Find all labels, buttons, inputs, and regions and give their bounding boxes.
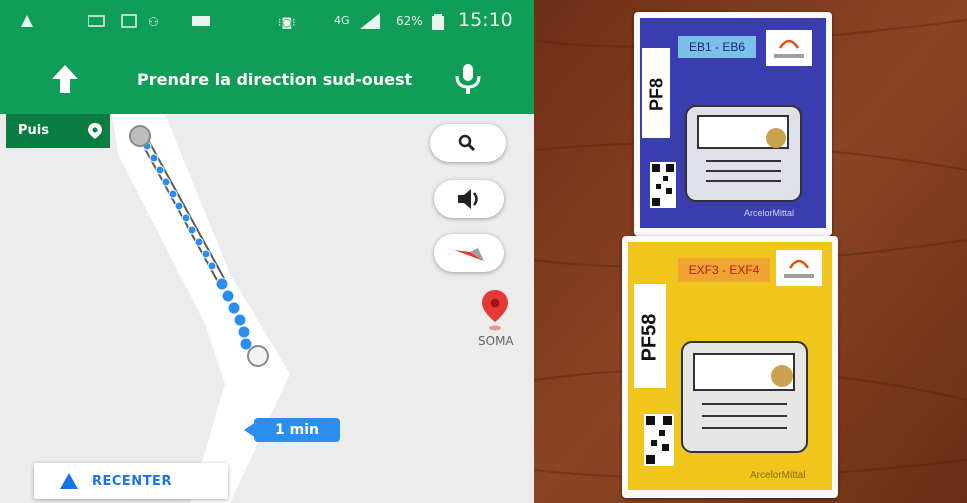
signal-strength-icon bbox=[360, 13, 380, 29]
microphone-icon[interactable] bbox=[454, 64, 482, 96]
maneuver-instruction: Prendre la direction sud-ouest bbox=[137, 70, 413, 89]
next-step-label: Puis bbox=[18, 123, 49, 138]
badge-card-bottom-code: PF58 bbox=[638, 313, 661, 362]
network-type: 4G bbox=[334, 14, 350, 27]
map-route bbox=[112, 114, 290, 503]
recenter-label: RECENTER bbox=[92, 474, 172, 489]
badge-card-bottom: PF58 EXF3 - EXF4 ArcelorMittal bbox=[622, 236, 838, 498]
badge-card-top-zone: EB1 - EB6 bbox=[688, 40, 746, 54]
brand-logo-icon bbox=[784, 259, 814, 278]
speaker-icon bbox=[458, 189, 478, 209]
badge-card-bottom-zone: EXF3 - EXF4 bbox=[688, 263, 760, 277]
svg-text:⁝◙⁝: ⁝◙⁝ bbox=[278, 16, 296, 29]
qr-code-icon bbox=[650, 162, 676, 208]
poi-label[interactable]: SOMA bbox=[478, 334, 514, 348]
badge-card-bottom-zone-box: EXF3 - EXF4 bbox=[678, 258, 770, 282]
navigation-arrow-icon bbox=[60, 473, 78, 489]
notification-icons: ⚇ bbox=[88, 14, 210, 29]
next-step-chip[interactable]: Puis bbox=[6, 114, 110, 148]
badge-card-bottom-brand: ArcelorMittal bbox=[750, 470, 806, 481]
badge-card-bottom-code-box: PF58 bbox=[634, 284, 666, 388]
compass-button[interactable] bbox=[434, 234, 504, 272]
vibrate-icon: ⁝◙⁝ bbox=[278, 16, 296, 29]
eta-badge: 1 min bbox=[254, 418, 340, 442]
destination-pin-icon bbox=[88, 123, 102, 139]
clock: 15:10 bbox=[458, 9, 513, 31]
badge-card-top-logo-box bbox=[766, 30, 812, 66]
badge-card-top-zone-box: EB1 - EB6 bbox=[678, 36, 756, 58]
navigation-header: Prendre la direction sud-ouest bbox=[0, 44, 534, 114]
sound-button[interactable] bbox=[434, 180, 504, 218]
badge-card-top-code-box: PF8 bbox=[642, 48, 670, 138]
badge-card-top: PF8 EB1 - EB6 ArcelorMittal bbox=[634, 12, 832, 236]
navigation-screen: ⚇ ⁝◙⁝ 4G 62% 15:10 Prendre la direction … bbox=[0, 0, 534, 503]
brand-logo-icon bbox=[774, 39, 804, 58]
battery-percent: 62% bbox=[396, 14, 423, 28]
recenter-button[interactable]: RECENTER bbox=[34, 463, 228, 499]
location-pin-icon[interactable] bbox=[482, 290, 508, 332]
signal-triangle-icon bbox=[21, 15, 33, 27]
qr-code-icon bbox=[644, 414, 674, 466]
status-bar: ⚇ ⁝◙⁝ 4G 62% 15:10 bbox=[0, 0, 534, 44]
search-button[interactable] bbox=[430, 124, 506, 162]
badge-card-top-code: PF8 bbox=[646, 78, 667, 112]
arrow-up-icon bbox=[52, 65, 78, 93]
battery-icon bbox=[432, 14, 444, 30]
badge-card-top-brand: ArcelorMittal bbox=[744, 208, 795, 218]
truck-illustration bbox=[681, 341, 808, 453]
svg-text:⚇: ⚇ bbox=[148, 15, 159, 29]
map-view[interactable]: 1 min SOMA RECENTER bbox=[0, 114, 534, 503]
search-icon bbox=[458, 134, 476, 152]
truck-illustration bbox=[685, 105, 802, 202]
eta-badge-pointer bbox=[244, 422, 256, 438]
badge-card-bottom-logo-box bbox=[776, 250, 822, 286]
badge-photo: PF8 EB1 - EB6 ArcelorMittal PF58 EXF3 - … bbox=[534, 0, 967, 503]
compass-icon bbox=[454, 248, 484, 261]
